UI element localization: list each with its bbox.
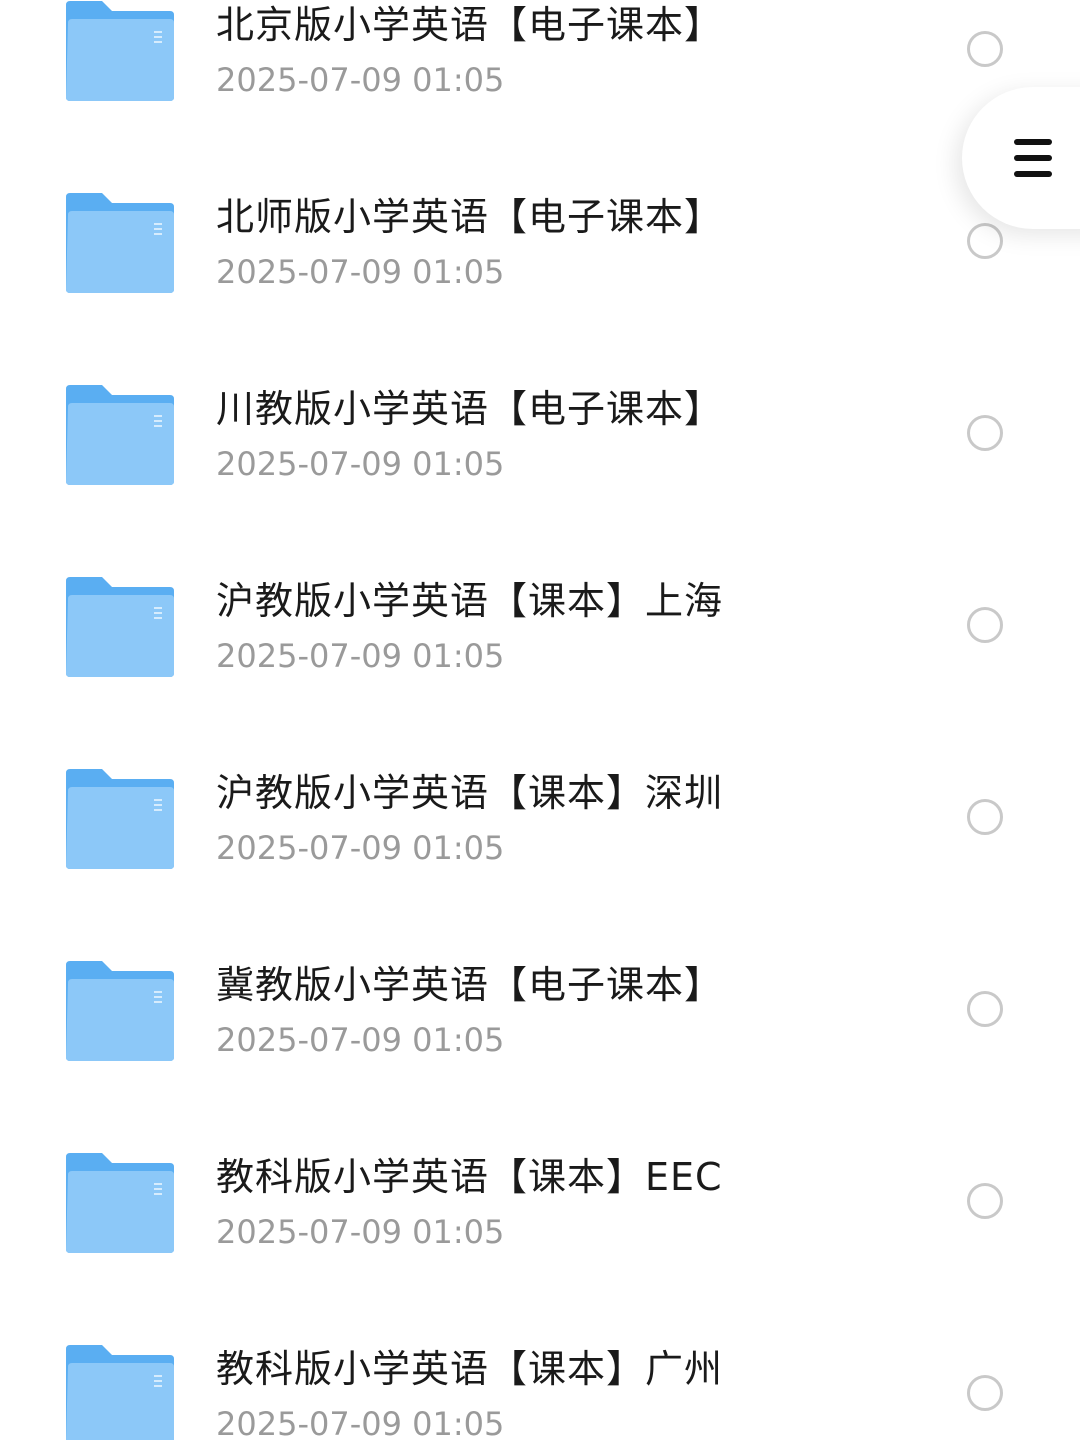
file-date: 2025-07-09 01:05 bbox=[216, 1021, 505, 1059]
file-date: 2025-07-09 01:05 bbox=[216, 61, 505, 99]
hamburger-menu-icon bbox=[1014, 139, 1052, 177]
folder-icon bbox=[66, 1345, 174, 1440]
select-radio[interactable] bbox=[967, 1183, 1003, 1219]
file-date: 2025-07-09 01:05 bbox=[216, 637, 505, 675]
file-browser-screen: 北京版小学英语【电子课本】 2025-07-09 01:05 北师版小学英语【电… bbox=[0, 0, 1080, 1440]
select-radio[interactable] bbox=[967, 799, 1003, 835]
file-name: 沪教版小学英语【课本】深圳 bbox=[216, 771, 724, 815]
file-date: 2025-07-09 01:05 bbox=[216, 253, 505, 291]
file-list: 北京版小学英语【电子课本】 2025-07-09 01:05 北师版小学英语【电… bbox=[0, 0, 1080, 1440]
folder-icon bbox=[66, 385, 174, 485]
file-name: 冀教版小学英语【电子课本】 bbox=[216, 963, 724, 1007]
folder-icon bbox=[66, 577, 174, 677]
file-date: 2025-07-09 01:05 bbox=[216, 829, 505, 867]
file-list-item[interactable]: 川教版小学英语【电子课本】 2025-07-09 01:05 bbox=[0, 354, 1080, 546]
file-list-item[interactable]: 北师版小学英语【电子课本】 2025-07-09 01:05 bbox=[0, 162, 1080, 354]
file-name: 教科版小学英语【课本】广州 bbox=[216, 1347, 724, 1391]
select-radio[interactable] bbox=[967, 31, 1003, 67]
select-radio[interactable] bbox=[967, 415, 1003, 451]
select-radio[interactable] bbox=[967, 607, 1003, 643]
select-radio[interactable] bbox=[967, 223, 1003, 259]
file-date: 2025-07-09 01:05 bbox=[216, 1405, 505, 1440]
folder-icon bbox=[66, 961, 174, 1061]
file-date: 2025-07-09 01:05 bbox=[216, 1213, 505, 1251]
folder-icon bbox=[66, 1153, 174, 1253]
file-list-item[interactable]: 沪教版小学英语【课本】上海 2025-07-09 01:05 bbox=[0, 546, 1080, 738]
file-name: 川教版小学英语【电子课本】 bbox=[216, 387, 724, 431]
select-radio[interactable] bbox=[967, 1375, 1003, 1411]
select-radio[interactable] bbox=[967, 991, 1003, 1027]
file-name: 北师版小学英语【电子课本】 bbox=[216, 195, 724, 239]
file-list-item[interactable]: 沪教版小学英语【课本】深圳 2025-07-09 01:05 bbox=[0, 738, 1080, 930]
folder-icon bbox=[66, 193, 174, 293]
folder-icon bbox=[66, 769, 174, 869]
file-date: 2025-07-09 01:05 bbox=[216, 445, 505, 483]
file-name: 沪教版小学英语【课本】上海 bbox=[216, 579, 724, 623]
file-list-item[interactable]: 教科版小学英语【课本】广州 2025-07-09 01:05 bbox=[0, 1314, 1080, 1440]
file-name: 教科版小学英语【课本】EEC bbox=[216, 1155, 723, 1199]
file-name: 北京版小学英语【电子课本】 bbox=[216, 3, 724, 47]
file-list-item[interactable]: 北京版小学英语【电子课本】 2025-07-09 01:05 bbox=[0, 0, 1080, 162]
folder-icon bbox=[66, 1, 174, 101]
file-list-item[interactable]: 冀教版小学英语【电子课本】 2025-07-09 01:05 bbox=[0, 930, 1080, 1122]
file-list-item[interactable]: 教科版小学英语【课本】EEC 2025-07-09 01:05 bbox=[0, 1122, 1080, 1314]
